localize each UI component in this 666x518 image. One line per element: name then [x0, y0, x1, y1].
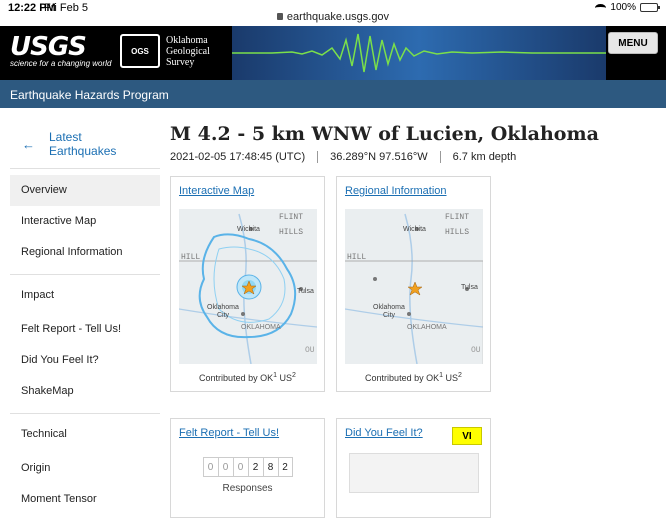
usgs-logo[interactable]: USGS science for a changing world — [10, 32, 111, 68]
interactive-map-link[interactable]: Interactive Map — [179, 185, 316, 197]
did-you-feel-it-card[interactable]: Did You Feel It? VI — [336, 418, 491, 518]
sidebar-item-overview[interactable]: Overview — [10, 175, 160, 206]
counter-digit: 0 — [217, 457, 233, 477]
svg-text:HILLS: HILLS — [445, 228, 469, 237]
svg-text:Oklahoma: Oklahoma — [373, 304, 405, 311]
map-label-hills: HILLS — [279, 228, 303, 237]
map-label-city: City — [217, 312, 230, 319]
map-label-state: OKLAHOMA — [241, 324, 281, 331]
svg-text:FLINT: FLINT — [445, 213, 469, 222]
interactive-map-card[interactable]: Interactive Map FLINT HILLS HILL Wichita… — [170, 176, 325, 392]
responses-label: Responses — [222, 483, 273, 494]
counter-digit: 0 — [232, 457, 248, 477]
map-icon: FLINT HILLS HILL Wichita Tulsa Oklahoma … — [345, 209, 483, 364]
felt-report-link[interactable]: Felt Report - Tell Us! — [179, 427, 316, 439]
back-arrow-icon: ← — [22, 136, 35, 152]
wifi-icon — [595, 3, 607, 12]
map-label-wichita: Wichita — [237, 226, 260, 233]
sidebar-item-origin[interactable]: Origin — [10, 453, 160, 484]
program-title[interactable]: Earthquake Hazards Program — [0, 80, 666, 108]
page-title: M 4.2 - 5 km WNW of Lucien, Oklahoma — [170, 123, 599, 145]
map-label-hills-left: HILL — [181, 253, 200, 262]
event-time: 2021-02-05 17:48:45 (UTC) — [170, 151, 306, 163]
map-label-flint: FLINT — [279, 213, 303, 222]
main-content: M 4.2 - 5 km WNW of Lucien, Oklahoma 202… — [170, 120, 660, 163]
sidebar-item-did-you-feel-it[interactable]: Did You Feel It? — [10, 345, 160, 376]
intensity-badge: VI — [452, 427, 482, 445]
usgs-tagline: science for a changing world — [10, 59, 112, 68]
interactive-map-thumbnail[interactable]: FLINT HILLS HILL Wichita Tulsa Oklahoma … — [179, 209, 317, 364]
sidebar-item-felt-report[interactable]: Felt Report - Tell Us! — [10, 314, 160, 345]
counter-digit: 0 — [202, 457, 218, 477]
ogs-logo[interactable]: OGS Oklahoma Geological Survey — [120, 34, 210, 68]
event-coordinates: 36.289°N 97.516°W — [317, 151, 439, 163]
lock-icon — [276, 13, 283, 20]
menu-button[interactable]: MENU — [608, 32, 658, 54]
map-label-oklahoma-city: Oklahoma — [207, 304, 239, 311]
status-bar: 12:22 PM Fri Feb 5 earthquake.usgs.gov 1… — [0, 0, 666, 26]
latest-earthquakes-link[interactable]: ← Latest Earthquakes — [10, 120, 160, 169]
map-icon: FLINT HILLS HILL Wichita Tulsa Oklahoma … — [179, 209, 317, 364]
usgs-logo-mark: USGS — [10, 32, 87, 62]
map-label-ou: OU — [305, 346, 315, 355]
sidebar: ← Latest Earthquakes Overview Interactiv… — [10, 120, 160, 515]
sidebar-heading-impact: Impact — [10, 274, 160, 314]
sidebar-item-regional-information[interactable]: Regional Information — [10, 237, 160, 268]
sidebar-heading-technical: Technical — [10, 413, 160, 453]
status-icons: 100% — [595, 2, 660, 13]
latest-earthquakes-label: Latest Earthquakes — [49, 130, 117, 158]
regional-information-contributors: Contributed by OK1 US2 — [365, 372, 462, 383]
dyfi-intensity-thumbnail[interactable] — [348, 453, 479, 493]
svg-text:OU: OU — [471, 346, 481, 355]
ogs-seal-icon: OGS — [120, 34, 160, 68]
svg-text:City: City — [383, 312, 396, 319]
counter-digit: 2 — [247, 457, 263, 477]
regional-map-thumbnail[interactable]: FLINT HILLS HILL Wichita Tulsa Oklahoma … — [345, 209, 483, 364]
battery-percent: 100% — [610, 2, 636, 13]
regional-information-card[interactable]: Regional Information FLINT HILLS HILL Wi… — [336, 176, 491, 392]
url-bar[interactable]: earthquake.usgs.gov — [0, 11, 666, 23]
response-counter: 0 0 0 2 8 2 — [179, 457, 316, 477]
svg-text:OKLAHOMA: OKLAHOMA — [407, 324, 447, 331]
ogs-name: Oklahoma Geological Survey — [166, 34, 210, 68]
map-label-tulsa: Tulsa — [297, 288, 314, 295]
svg-text:Tulsa: Tulsa — [461, 284, 478, 291]
seismogram-trace-icon — [232, 33, 606, 73]
sidebar-item-shakemap[interactable]: ShakeMap — [10, 376, 160, 407]
event-depth: 6.7 km depth — [439, 151, 529, 163]
sidebar-item-interactive-map[interactable]: Interactive Map — [10, 206, 160, 237]
counter-digit: 2 — [277, 457, 293, 477]
svg-text:Wichita: Wichita — [403, 226, 426, 233]
event-meta: 2021-02-05 17:48:45 (UTC) 36.289°N 97.51… — [170, 151, 660, 163]
counter-digit: 8 — [262, 457, 278, 477]
interactive-map-contributors: Contributed by OK1 US2 — [199, 372, 296, 383]
felt-report-card[interactable]: Felt Report - Tell Us! 0 0 0 2 8 2 Respo… — [170, 418, 325, 518]
regional-information-link[interactable]: Regional Information — [345, 185, 482, 197]
seismogram-banner — [232, 26, 606, 80]
battery-icon — [640, 3, 660, 12]
url-text: earthquake.usgs.gov — [286, 11, 390, 23]
svg-text:HILL: HILL — [347, 253, 366, 262]
